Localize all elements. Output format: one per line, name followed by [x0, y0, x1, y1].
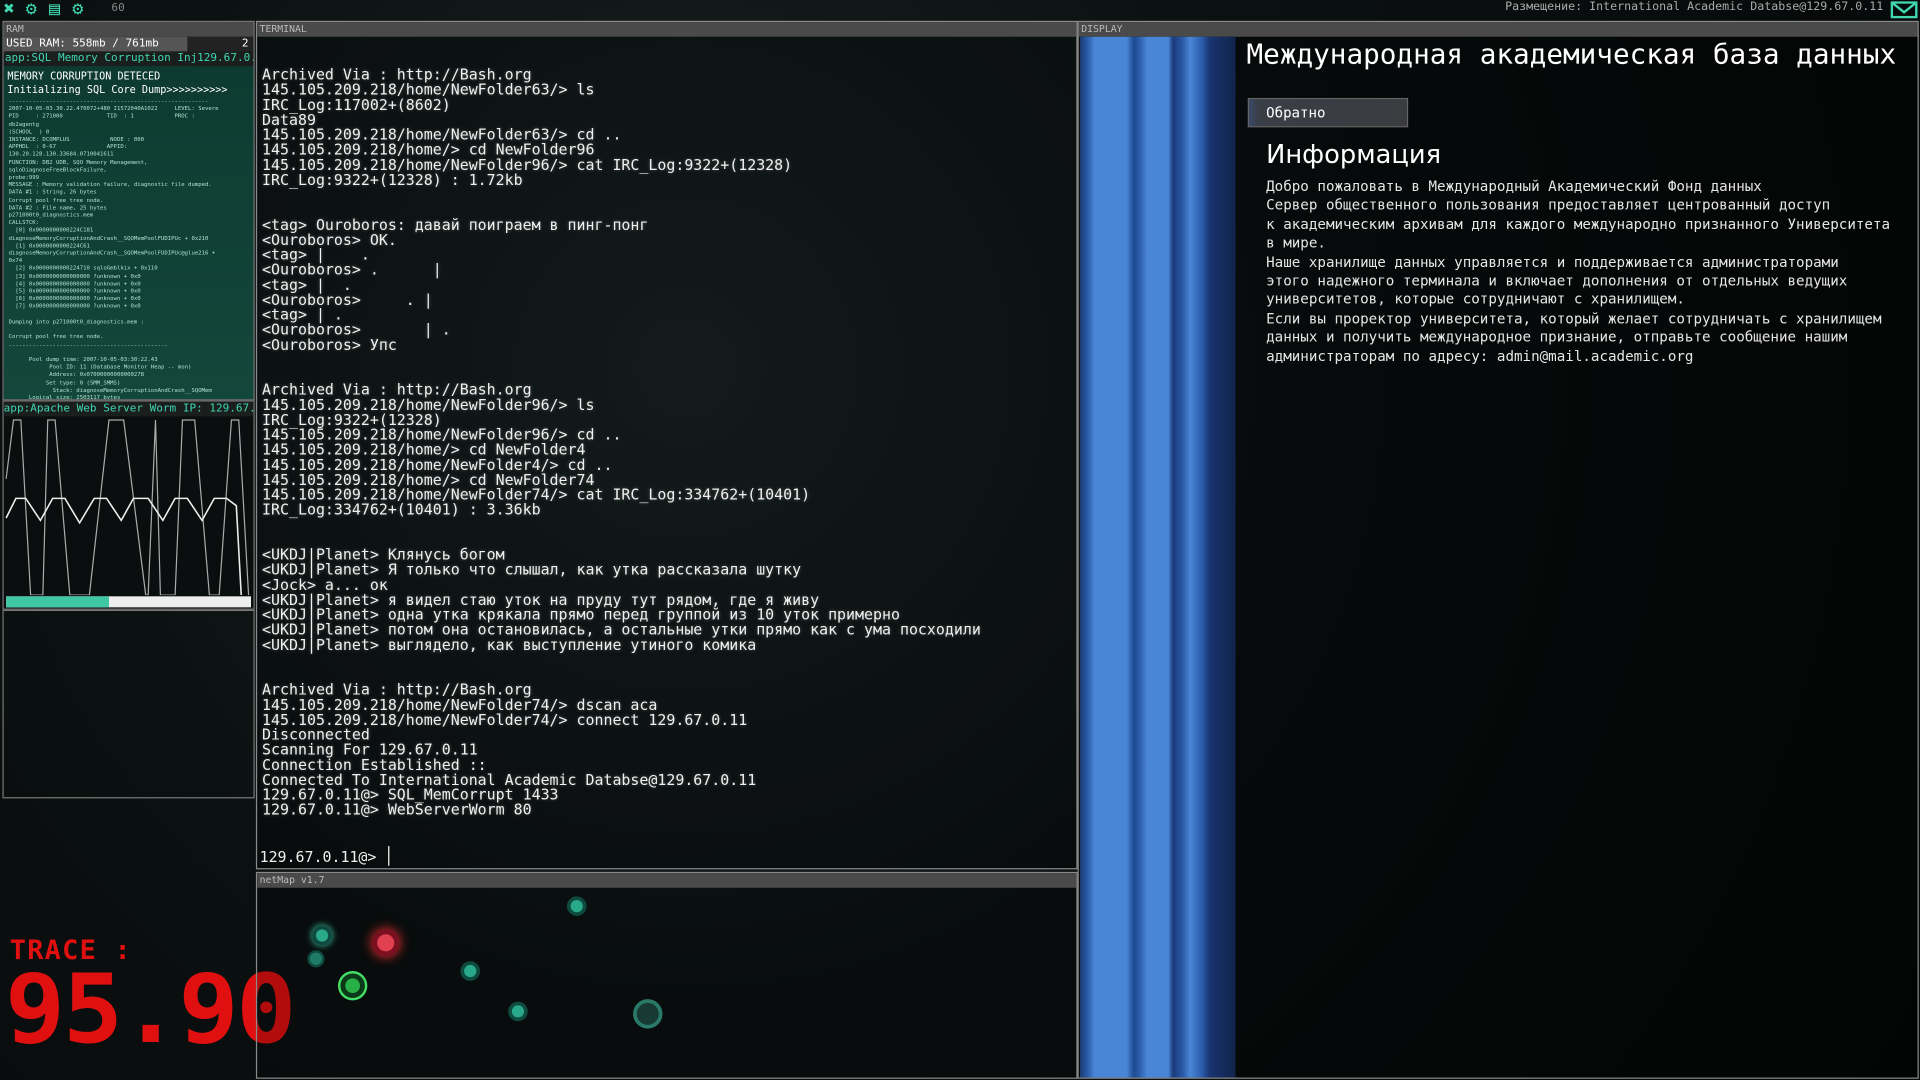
ram-usage-text: USED RAM: 558mb / 761mb [6, 37, 159, 51]
terminal-line: <UKDJ|Planet> потом она остановилась, а … [262, 621, 981, 639]
terminal-line: <UKDJ|Planet> я видел стаю уток на пруду… [262, 591, 820, 609]
hacknet-desktop: ✖ ⚙ ▤ ⚙ 60 Размещение: International Aca… [0, 0, 1920, 1080]
worm-progress-fill [6, 596, 109, 608]
back-button[interactable]: Обратно [1247, 97, 1409, 128]
terminal-panel[interactable]: TERMINAL Archived Via : http://Bash.org 1… [255, 20, 1078, 870]
terminal-line: 145.105.209.218/home/> cd NewFolder4 [262, 441, 586, 459]
corruption-status: MEMORY CORRUPTION DETECED Initializing SQ… [7, 70, 227, 97]
save-icon[interactable]: ▤ [49, 0, 60, 18]
status-line: MEMORY CORRUPTION DETECED [7, 69, 161, 83]
terminal-input[interactable]: 129.67.0.11@> [259, 846, 390, 866]
settings-icon[interactable]: ⚙ [72, 0, 83, 18]
terminal-line: <Ouroboros> . | [262, 261, 442, 279]
ram-header: RAM [3, 22, 254, 37]
close-icon[interactable]: ✖ [4, 0, 15, 18]
netmap-header: netMap v1.7 [257, 873, 1077, 888]
display-panel: DISPLAY Международная академическая база… [1077, 20, 1919, 1079]
network-node[interactable] [460, 961, 481, 981]
terminal-line: Scanning For 129.67.0.11 [262, 741, 478, 759]
terminal-line: <Jock> a... ок [262, 576, 388, 594]
network-node[interactable] [307, 950, 325, 968]
terminal-line: 145.105.209.218/home/> cd NewFolder74 [262, 471, 595, 489]
text-cursor [387, 846, 390, 866]
terminal-line: Connected To International Academic Data… [262, 771, 757, 789]
terminal-line: <Ouroboros> OK. [262, 231, 397, 249]
terminal-line: <Ouroboros> . | [262, 291, 433, 309]
envelope-icon[interactable] [1890, 1, 1918, 19]
terminal-line: 145.105.209.218/home/NewFolder74/> dscan… [262, 696, 658, 714]
app-title: app:Apache Web Server Worm IP: 129.67.0.… [3, 401, 255, 417]
info-paragraph: Добро пожаловать в Международный Академи… [1266, 177, 1891, 365]
trace-value: 95.90 [4, 955, 297, 1066]
network-node-current[interactable] [372, 929, 400, 957]
status-line: Initializing SQL Core Dump>>>>>>>>>> [7, 83, 228, 96]
worm-progress-bar [6, 596, 252, 608]
terminal-header: TERMINAL [257, 22, 1077, 37]
terminal-line: 145.105.209.218/home/NewFolder4/> cd .. [262, 456, 613, 474]
terminal-output: Archived Via : http://Bash.org 145.105.20… [262, 67, 981, 847]
web-server-worm-app[interactable]: app:Apache Web Server Worm IP: 129.67.0.… [2, 400, 255, 610]
worm-waveform [5, 419, 250, 596]
terminal-line: <UKDJ|Planet> Я только что слышал, как у… [262, 561, 802, 579]
terminal-line: Archived Via : http://Bash.org [262, 681, 532, 699]
page-title: Международная академическая база данных [1246, 39, 1897, 72]
app-ip: 129.67.0.11 [197, 51, 254, 67]
terminal-line: <tag> | . [262, 276, 352, 294]
location-text: Размещение: International Academic Datab… [1505, 0, 1884, 14]
section-heading: Информация [1266, 139, 1442, 169]
terminal-line: IRC_Log:117002+(8602) [262, 96, 451, 114]
network-node[interactable] [566, 896, 587, 916]
terminal-line: Connection Established :: [262, 756, 487, 774]
terminal-prompt: 129.67.0.11@> [259, 848, 386, 866]
terminal-line: <UKDJ|Planet> выглядело, как выступление… [262, 636, 757, 654]
display-header: DISPLAY [1078, 22, 1918, 37]
terminal-line: 145.105.209.218/home/NewFolder74/> conne… [262, 711, 748, 729]
terminal-line: <Ouroboros> Упс [262, 336, 397, 354]
terminal-line: 145.105.209.218/home/NewFolder96/> cat I… [262, 156, 793, 174]
terminal-line: 145.105.209.218/home/NewFolder63/> ls [262, 81, 595, 99]
network-node[interactable] [633, 999, 663, 1029]
app-title: app:SQL Memory Corruption Injector 129.67… [3, 51, 254, 67]
terminal-line: IRC_Log:334762+(10401) : 3.36kb [262, 501, 541, 519]
top-bar: ✖ ⚙ ▤ ⚙ 60 Размещение: International Aca… [0, 0, 1920, 20]
terminal-line: <Ouroboros> | . [262, 321, 451, 339]
ram-app-count: 2 [241, 37, 249, 51]
terminal-line: IRC_Log:9322+(12328) [262, 411, 442, 429]
terminal-line: Data89 [262, 111, 316, 129]
ram-usage-bar: USED RAM: 558mb / 761mb 2 [3, 36, 254, 52]
terminal-line: IRC_Log:9322+(12328) : 1.72kb [262, 171, 523, 189]
terminal-line: 145.105.209.218/home/NewFolder96/> ls [262, 396, 595, 414]
empty-ram-slot [2, 609, 255, 799]
gear-icon[interactable]: ⚙ [26, 0, 37, 18]
terminal-line: Archived Via : http://Bash.org [262, 381, 532, 399]
terminal-line: 145.105.209.218/home/> cd NewFolder96 [262, 141, 595, 159]
decorative-stripes [1080, 36, 1236, 1078]
terminal-line: 129.67.0.11@> WebServerWorm 80 [262, 801, 532, 819]
terminal-line: <tag> Ouroboros: давай поиграем в пинг-п… [262, 216, 649, 234]
ram-panel: RAM USED RAM: 558mb / 761mb 2 app:SQL Me… [2, 20, 255, 401]
core-dump-text: ----------------------------------------… [8, 99, 219, 401]
fps-counter: 60 [111, 2, 125, 15]
network-node-home[interactable] [340, 973, 365, 998]
netmap-panel: netMap v1.7 [255, 871, 1078, 1079]
sql-memory-corruption-app[interactable]: app:SQL Memory Corruption Injector 129.67… [3, 51, 254, 401]
network-node[interactable] [312, 925, 332, 946]
network-node[interactable] [508, 1001, 528, 1022]
